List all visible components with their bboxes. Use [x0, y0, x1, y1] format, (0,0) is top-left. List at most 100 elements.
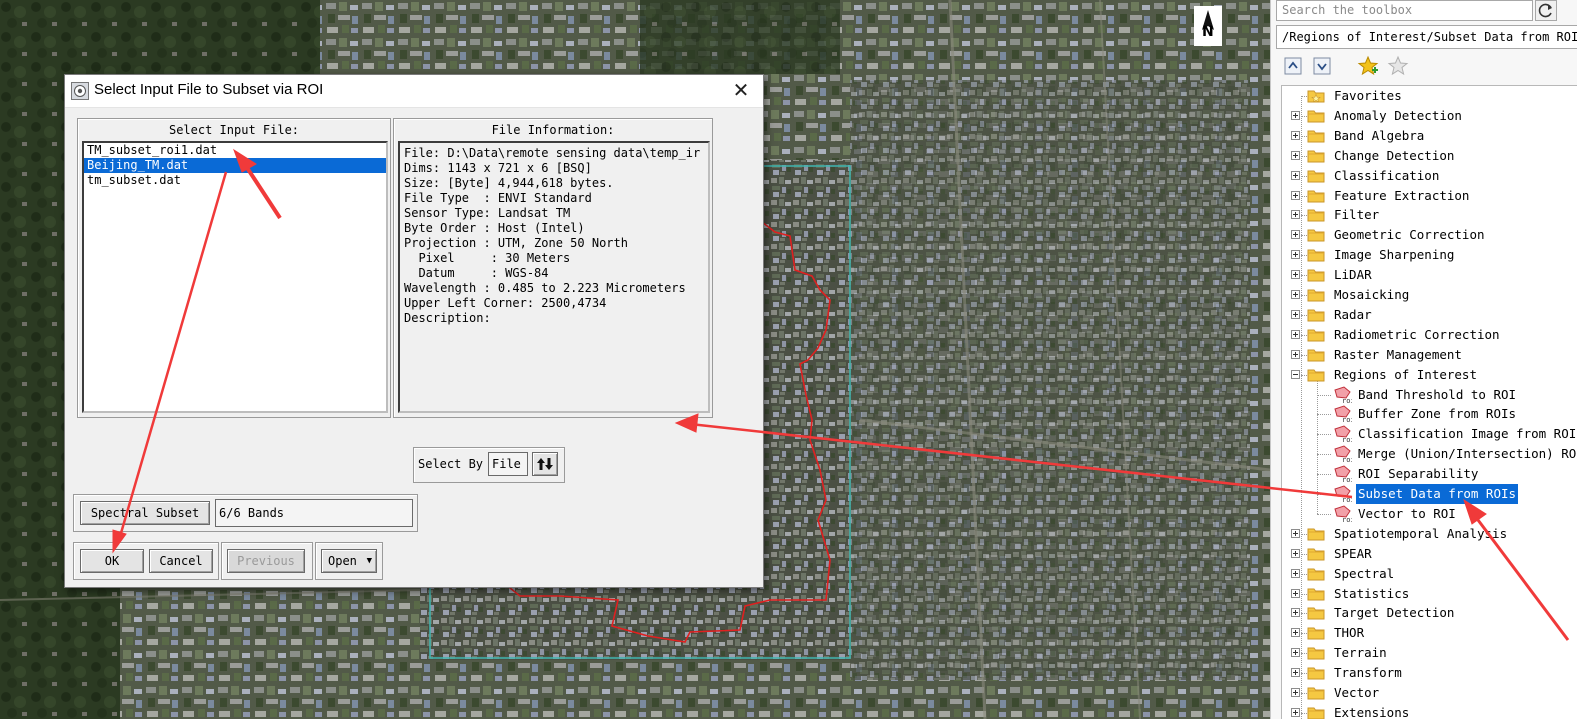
toolbox-folder-extensions[interactable]: Extensions [1282, 703, 1577, 719]
expand-icon[interactable] [1291, 349, 1300, 359]
folder-icon [1307, 647, 1325, 660]
toolbox-search-input[interactable]: Search the toolbox [1276, 0, 1533, 21]
file-info-byte-order: Byte Order : Host (Intel) [404, 221, 585, 235]
toolbox-folder-radiometric-correction[interactable]: Radiometric Correction [1282, 325, 1577, 345]
expand-icon[interactable] [1291, 150, 1300, 160]
toolbox-folder-regions-of-interest[interactable]: Regions of Interest [1282, 365, 1577, 385]
file-list-item[interactable]: TM_subset_roi1.dat [84, 143, 386, 158]
toolbox-folder-terrain[interactable]: Terrain [1282, 643, 1577, 663]
toolbox-tool-merge-union-intersection-rois[interactable]: roi Merge (Union/Intersection) ROIs [1282, 444, 1577, 464]
toolbox-folder-vector[interactable]: Vector [1282, 683, 1577, 703]
toolbox-folder-label: THOR [1334, 625, 1365, 641]
toolbox-folder-mosaicking[interactable]: Mosaicking [1282, 285, 1577, 305]
expand-icon[interactable] [1291, 110, 1300, 120]
toolbox-tree[interactable]: Favorites Anomaly Detection Band Algebra Ch… [1281, 85, 1577, 719]
toolbox-folder-filter[interactable]: Filter [1282, 205, 1577, 225]
file-info-projection: Projection : UTM, Zone 50 North [404, 236, 628, 250]
cancel-button[interactable]: Cancel [149, 549, 213, 573]
roi-tool-icon: roi [1334, 465, 1352, 483]
expand-icon[interactable] [1291, 130, 1300, 140]
toolbox-folder-label: Classification [1334, 167, 1440, 183]
add-favorite-icon[interactable] [1357, 55, 1379, 77]
toolbox-tool-classification-image-from-rois[interactable]: roi Classification Image from ROIs [1282, 424, 1577, 444]
toolbox-folder-target-detection[interactable]: Target Detection [1282, 603, 1577, 623]
folder-icon [1307, 229, 1325, 242]
toolbox-folder-lidar[interactable]: LiDAR [1282, 265, 1577, 285]
dialog-titlebar[interactable]: Select Input File to Subset via ROI ✕ [65, 75, 763, 108]
collapse-up-icon[interactable] [1284, 57, 1302, 75]
toolbox-folder-spatiotemporal-analysis[interactable]: Spatiotemporal Analysis [1282, 524, 1577, 544]
toolbox-tool-buffer-zone-from-rois[interactable]: roi Buffer Zone from ROIs [1282, 404, 1577, 424]
expand-icon[interactable] [1291, 170, 1300, 180]
toolbox-folder-radar[interactable]: Radar [1282, 305, 1577, 325]
select-by-value[interactable]: File [488, 452, 528, 476]
file-info-pixel: Pixel : 30 Meters [404, 251, 571, 265]
expand-icon[interactable] [1291, 190, 1300, 200]
toolbox-folder-classification[interactable]: Classification [1282, 166, 1577, 186]
ok-button[interactable]: OK [80, 549, 144, 573]
toolbox-folder-change-detection[interactable]: Change Detection [1282, 146, 1577, 166]
toolbox-folder-label: Band Algebra [1334, 127, 1425, 143]
toolbox-folder-spear[interactable]: SPEAR [1282, 544, 1577, 564]
expand-icon[interactable] [1291, 648, 1300, 658]
sort-toggle-button[interactable] [532, 452, 558, 476]
file-list-item-selected[interactable]: Beijing_TM.dat [84, 158, 386, 173]
file-info-description: Description: [404, 311, 491, 325]
toolbox-folder-geometric-correction[interactable]: Geometric Correction [1282, 225, 1577, 245]
spectral-subset-button[interactable]: Spectral Subset [80, 501, 210, 525]
svg-text:roi: roi [1342, 397, 1352, 404]
expand-icon[interactable] [1291, 528, 1300, 538]
expand-icon[interactable] [1291, 608, 1300, 618]
expand-icon[interactable] [1291, 210, 1300, 220]
favorites-folder-icon [1307, 90, 1325, 103]
toolbox-folder-favorites[interactable]: Favorites [1282, 86, 1577, 106]
expand-icon[interactable] [1291, 548, 1300, 558]
expand-icon[interactable] [1291, 309, 1300, 319]
close-icon[interactable]: ✕ [729, 78, 753, 102]
toolbox-tool-subset-data-from-rois[interactable]: roi Subset Data from ROIs [1282, 484, 1577, 504]
toolbox-folder-spectral[interactable]: Spectral [1282, 564, 1577, 584]
expand-down-icon[interactable] [1313, 57, 1331, 75]
toolbox-folder-label: Spatiotemporal Analysis [1334, 525, 1508, 541]
toolbox-folder-label: Regions of Interest [1334, 366, 1477, 382]
previous-button[interactable]: Previous [227, 549, 305, 573]
toolbox-tool-vector-to-roi[interactable]: roi Vector to ROI [1282, 504, 1577, 524]
expand-icon[interactable] [1291, 250, 1300, 260]
toolbox-tool-band-threshold-to-roi[interactable]: roi Band Threshold to ROI [1282, 385, 1577, 405]
expand-icon[interactable] [1291, 568, 1300, 578]
open-group: Open ▼ [315, 542, 383, 580]
open-menu-button[interactable]: Open ▼ [321, 549, 377, 573]
file-information-label: File Information: [491, 123, 615, 137]
remove-favorite-icon[interactable] [1387, 55, 1409, 77]
toolbox-folder-thor[interactable]: THOR [1282, 623, 1577, 643]
toolbox-folder-label: Favorites [1334, 88, 1402, 103]
toolbox-folder-statistics[interactable]: Statistics [1282, 584, 1577, 604]
collapse-icon[interactable] [1291, 369, 1300, 379]
toolbox-folder-feature-extraction[interactable]: Feature Extraction [1282, 186, 1577, 206]
toolbox-folder-label: Anomaly Detection [1334, 107, 1462, 123]
file-info-type: File Type : ENVI Standard [404, 191, 592, 205]
toolbox-folder-transform[interactable]: Transform [1282, 663, 1577, 683]
file-list-item[interactable]: tm_subset.dat [84, 173, 386, 188]
expand-icon[interactable] [1291, 588, 1300, 598]
expand-icon[interactable] [1291, 290, 1300, 299]
refresh-button[interactable] [1535, 0, 1557, 21]
toolbox-path-field[interactable]: /Regions of Interest/Subset Data from RO… [1276, 25, 1577, 49]
expand-icon[interactable] [1291, 628, 1300, 638]
toolbox-folder-band-algebra[interactable]: Band Algebra [1282, 126, 1577, 146]
toolbox-folder-raster-management[interactable]: Raster Management [1282, 345, 1577, 365]
toolbox-folder-image-sharpening[interactable]: Image Sharpening [1282, 245, 1577, 265]
expand-icon[interactable] [1291, 668, 1300, 678]
toolbox-folder-label: SPEAR [1334, 545, 1372, 561]
folder-icon [1307, 528, 1325, 541]
expand-icon[interactable] [1291, 329, 1300, 339]
expand-icon[interactable] [1291, 688, 1300, 697]
file-info-path: File: D:\Data\remote sensing data\temp_i… [404, 146, 701, 160]
input-file-list[interactable]: TM_subset_roi1.dat Beijing_TM.dat tm_sub… [82, 141, 388, 413]
toolbox-folder-label: Change Detection [1334, 147, 1455, 163]
toolbox-tool-roi-separability[interactable]: roi ROI Separability [1282, 464, 1577, 484]
expand-icon[interactable] [1291, 230, 1300, 240]
expand-icon[interactable] [1291, 270, 1300, 280]
expand-icon[interactable] [1291, 707, 1300, 717]
toolbox-folder-anomaly-detection[interactable]: Anomaly Detection [1282, 106, 1577, 126]
